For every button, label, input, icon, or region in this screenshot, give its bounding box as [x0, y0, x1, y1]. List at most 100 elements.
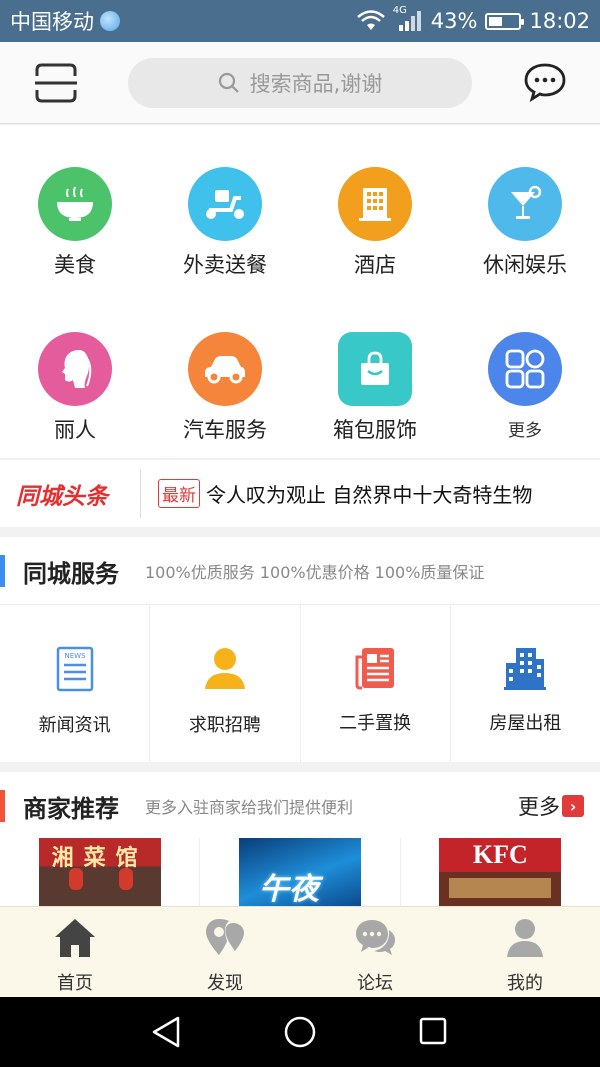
tab-discover[interactable]: 发现: [150, 907, 300, 997]
merchant-sign-text: 午夜: [258, 872, 319, 906]
service-label: 二手置换: [339, 713, 412, 734]
system-navigation-bar: [0, 997, 600, 1067]
category-food[interactable]: 美食: [0, 167, 150, 279]
home-circle-icon: [284, 1016, 316, 1048]
tab-label: 我的: [507, 973, 543, 994]
status-bar: 中国移动 4G 43% 18:02: [0, 0, 600, 42]
chevron-right-icon: ›: [562, 795, 584, 817]
merchant-list: 湘菜馆 午夜 KFC: [0, 838, 600, 906]
chat-icon: [524, 63, 566, 103]
category-label: 外卖送餐: [183, 253, 267, 277]
recents-button[interactable]: [418, 1016, 448, 1050]
bottom-tab-bar: 首页 发现 论坛 我的: [0, 906, 600, 997]
more-label: 更多: [518, 795, 560, 819]
back-button[interactable]: [150, 1015, 182, 1053]
clock: 18:02: [529, 9, 590, 33]
section-title: 同城服务: [23, 559, 119, 588]
category-more[interactable]: 更多: [450, 332, 600, 441]
category-label: 汽车服务: [183, 418, 267, 442]
search-placeholder: 搜索商品,谢谢: [249, 72, 383, 96]
category-label: 酒店: [354, 253, 396, 277]
category-delivery[interactable]: 外卖送餐: [150, 167, 300, 279]
category-label: 美食: [54, 253, 96, 277]
user-icon: [507, 919, 543, 957]
app-header: 搜索商品,谢谢: [0, 42, 600, 124]
battery-icon: [485, 12, 525, 30]
scan-icon: [35, 63, 77, 103]
recents-square-icon: [419, 1017, 447, 1045]
category-hotel[interactable]: 酒店: [300, 167, 450, 279]
cocktail-icon: [488, 167, 562, 241]
food-bowl-icon: [38, 167, 112, 241]
battery-level: [489, 16, 502, 26]
city-services-header: 同城服务 100%优质服务 100%优惠价格 100%质量保证: [0, 537, 600, 605]
merchant-card[interactable]: 湘菜馆: [0, 838, 201, 906]
category-label: 休闲娱乐: [483, 253, 567, 277]
news-icon: NEWS: [56, 646, 93, 692]
merchant-image: 湘菜馆: [38, 838, 161, 906]
wifi-icon: [356, 10, 385, 30]
category-label: 丽人: [54, 418, 96, 442]
battery-percent: 43%: [430, 9, 478, 33]
category-label: 箱包服饰: [333, 418, 417, 442]
section-title: 商家推荐: [23, 794, 119, 823]
message-button[interactable]: [523, 62, 567, 106]
section-accent-bar: [0, 555, 5, 587]
cell-signal-icon: 4G: [393, 5, 423, 33]
chat-bubbles-icon: [356, 920, 395, 955]
newspaper-exchange-icon: [355, 648, 395, 690]
search-input[interactable]: 搜索商品,谢谢: [128, 58, 472, 108]
category-entertainment[interactable]: 休闲娱乐: [450, 167, 600, 279]
headline-brand-logo: 同城头条: [16, 483, 108, 510]
service-jobs[interactable]: 求职招聘: [150, 605, 301, 762]
tab-mine[interactable]: 我的: [450, 907, 600, 997]
service-second-hand[interactable]: 二手置换: [301, 605, 451, 762]
location-discover-icon: [206, 919, 244, 955]
carrier-logo-icon: [100, 11, 120, 31]
merchant-card[interactable]: 午夜: [200, 838, 401, 906]
tab-home[interactable]: 首页: [0, 907, 150, 997]
carrier-name: 中国移动: [10, 10, 94, 34]
tab-forum[interactable]: 论坛: [300, 907, 450, 997]
section-subtitle: 更多入驻商家给我们提供便利: [145, 798, 354, 817]
category-beauty[interactable]: 丽人: [0, 332, 150, 444]
search-icon: [218, 72, 239, 93]
merchant-sign-text: KFC: [472, 840, 528, 869]
home-button[interactable]: [283, 1015, 317, 1053]
section-accent-bar: [0, 790, 5, 822]
category-label: 更多: [508, 421, 542, 441]
merchants-header: 商家推荐 更多入驻商家给我们提供便利 更多 ›: [0, 772, 600, 840]
status-indicators: 4G 43% 18:02: [356, 5, 590, 33]
scan-button[interactable]: [33, 62, 79, 104]
news-icon-text: NEWS: [64, 652, 86, 660]
divider: [140, 469, 141, 518]
grid-more-icon: [488, 332, 562, 406]
job-seeker-icon: [204, 648, 245, 689]
headline-banner[interactable]: 同城头条 最新 令人叹为观止 自然界中十大奇特生物: [0, 459, 600, 527]
apartment-building-icon: [504, 648, 547, 690]
home-icon: [55, 919, 95, 957]
more-merchants-button[interactable]: 更多 ›: [518, 791, 584, 821]
city-services-grid: NEWS 新闻资讯 求职招聘 二手置换 房屋出租: [0, 604, 600, 762]
merchant-sign-text: 湘菜馆: [51, 846, 148, 871]
category-bags-apparel[interactable]: 箱包服饰: [300, 332, 450, 444]
service-label: 房屋出租: [489, 713, 562, 734]
tab-label: 论坛: [357, 973, 393, 994]
section-subtitle: 100%优质服务 100%优惠价格 100%质量保证: [145, 563, 485, 582]
category-grid: 美食 外卖送餐 酒店 休闲娱乐 丽人 汽车服务 箱包服饰 更多: [0, 125, 600, 458]
merchant-card[interactable]: KFC: [401, 838, 600, 906]
scooter-icon: [188, 167, 262, 241]
service-news[interactable]: NEWS 新闻资讯: [0, 605, 151, 762]
service-label: 求职招聘: [188, 715, 261, 736]
service-label: 新闻资讯: [38, 715, 111, 736]
car-icon: [188, 332, 262, 406]
headline-text: 令人叹为观止 自然界中十大奇特生物: [206, 483, 533, 507]
merchant-image: KFC: [439, 838, 562, 906]
tab-label: 发现: [207, 973, 243, 994]
back-triangle-icon: [152, 1016, 180, 1048]
new-badge: 最新: [158, 479, 200, 508]
woman-profile-icon: [38, 332, 112, 406]
shopping-bag-icon: [338, 332, 412, 406]
category-car-service[interactable]: 汽车服务: [150, 332, 300, 444]
service-rental[interactable]: 房屋出租: [451, 605, 600, 762]
